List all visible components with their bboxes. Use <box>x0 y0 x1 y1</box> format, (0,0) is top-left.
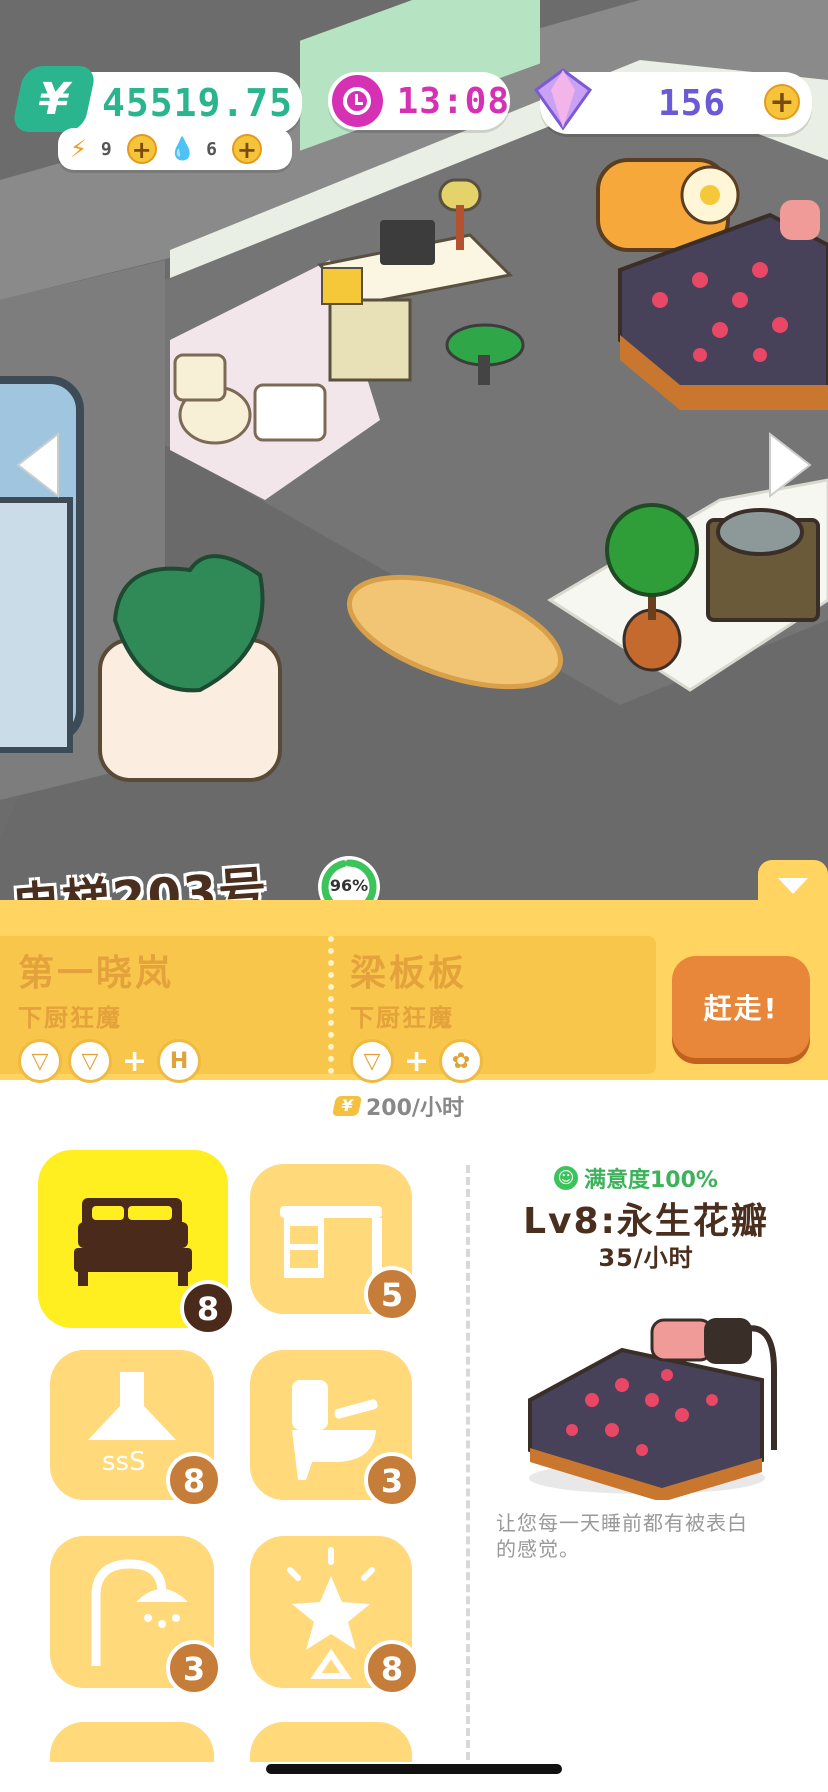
gem-icon <box>530 66 596 132</box>
furniture-tile-range-hood[interactable]: ssS 8 <box>50 1350 222 1508</box>
clock-icon <box>332 75 383 127</box>
level-badge: 3 <box>364 1452 420 1508</box>
resource-bar: ⚡ 9 + 💧 6 + <box>58 128 292 170</box>
money-value: 45519.75 <box>102 81 294 125</box>
occupancy-percent: 96% <box>329 876 369 895</box>
level-badge: 8 <box>364 1640 420 1696</box>
occupancy-ring: 96% <box>318 856 380 905</box>
home-indicator[interactable] <box>266 1764 562 1774</box>
tenant-card-1[interactable]: 第一晓岚 下厨狂魔 ▽ ▽ + H <box>18 944 202 1083</box>
energy-value: 9 <box>100 138 113 160</box>
tenant-role: 下厨狂魔 <box>350 1004 454 1032</box>
satisfaction-label: ☺ 满意度100% <box>554 1162 718 1194</box>
furniture-name: Lv8:永生花瓣 <box>523 1201 769 1242</box>
svg-text:ssS: ssS <box>102 1447 146 1477</box>
furniture-preview <box>512 1290 782 1502</box>
lightning-icon: ⚡ <box>70 135 87 163</box>
plus-sign: + <box>404 1043 430 1079</box>
income-rate: ¥ 200/小时 <box>331 1090 464 1122</box>
basket-icon: ▽ <box>68 1039 112 1083</box>
level-badge: 3 <box>166 1640 222 1696</box>
column-divider <box>466 1165 470 1760</box>
plus-sign: + <box>122 1043 148 1079</box>
time-value: 13:08 <box>396 80 510 122</box>
tenant-card-2[interactable]: 梁板板 下厨狂魔 ▽ + ✿ <box>350 944 484 1083</box>
gem-counter[interactable]: 156 + <box>533 68 812 134</box>
water-value: 6 <box>206 138 218 160</box>
tenant-role: 下厨狂魔 <box>18 1004 122 1032</box>
income-rate-text: 200/小时 <box>366 1096 464 1121</box>
tenant-name: 梁板板 <box>350 953 468 994</box>
level-badge: 8 <box>166 1452 222 1508</box>
basket-icon: ▽ <box>18 1039 62 1083</box>
tenant-name: 第一晓岚 <box>18 953 175 994</box>
ticket-divider <box>328 936 334 1074</box>
evict-button-label: 赶走! <box>703 992 779 1025</box>
gem-value: 156 <box>658 82 727 124</box>
yen-icon: ¥ <box>331 1096 363 1116</box>
level-badge: 5 <box>364 1266 420 1322</box>
furniture-tile-shower[interactable]: 3 <box>50 1536 222 1696</box>
tenant-panel: 第一晓岚 下厨狂魔 ▽ ▽ + H 梁板板 下厨狂魔 ▽ + ✿ 赶走! <box>0 900 828 1083</box>
add-water-button[interactable]: + <box>231 134 262 164</box>
collapse-panel-tab[interactable] <box>758 860 828 905</box>
satisfaction-text: 满意度100% <box>584 1168 718 1193</box>
clock-display: 13:08 <box>328 72 510 130</box>
level-badge: 8 <box>180 1280 236 1336</box>
furniture-tile-toilet[interactable]: 3 <box>250 1350 420 1508</box>
money-counter[interactable]: ¥ 45519.75 <box>10 66 302 134</box>
smile-icon: ☺ <box>554 1166 578 1190</box>
water-drop-icon: 💧 <box>168 136 197 162</box>
add-energy-button[interactable]: + <box>126 134 157 164</box>
description-line-2: 的感觉。 <box>496 1537 580 1561</box>
basket-icon: ▽ <box>350 1039 394 1083</box>
furniture-description: 让您每一天睡前都有被表白 的感觉。 <box>496 1510 816 1562</box>
next-room-arrow[interactable] <box>764 430 814 500</box>
furniture-rate: 35/小时 <box>598 1244 694 1272</box>
furniture-tile-bed[interactable]: 8 <box>38 1150 236 1336</box>
furniture-tile-partial[interactable] <box>250 1722 412 1762</box>
yen-icon: ¥ <box>10 66 98 132</box>
room-scene[interactable]: ¥ 45519.75 ⚡ 9 + 💧 6 + 13:08 156 + 电梯203… <box>0 0 828 905</box>
furniture-tile-desk[interactable]: 5 <box>250 1164 420 1322</box>
plant-icon: ✿ <box>439 1039 484 1083</box>
furniture-tile-lamp[interactable]: 8 <box>250 1536 420 1696</box>
hotel-icon: H <box>157 1039 202 1083</box>
furniture-tile-partial[interactable] <box>50 1722 214 1762</box>
add-gems-button[interactable]: + <box>764 84 800 120</box>
description-line-1: 让您每一天睡前都有被表白 <box>496 1511 748 1535</box>
evict-button[interactable]: 赶走! <box>672 956 810 1058</box>
prev-room-arrow[interactable] <box>14 430 64 500</box>
